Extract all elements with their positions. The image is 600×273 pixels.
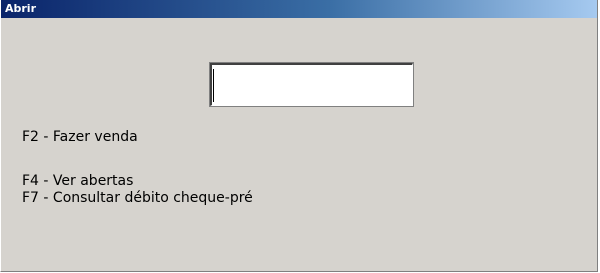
shortcut-f2-label: F2 - Fazer venda [22,129,138,145]
shortcut-f4-label: F4 - Ver abertas [22,173,134,189]
window-title: Abrir [5,2,37,15]
text-caret [213,69,214,102]
shortcut-f7-label: F7 - Consultar débito cheque-pré [22,190,253,206]
abrir-dialog: Abrir F2 - Fazer venda F4 - Ver abertas … [0,0,598,272]
code-input[interactable] [209,62,414,107]
title-bar[interactable]: Abrir [1,0,597,18]
